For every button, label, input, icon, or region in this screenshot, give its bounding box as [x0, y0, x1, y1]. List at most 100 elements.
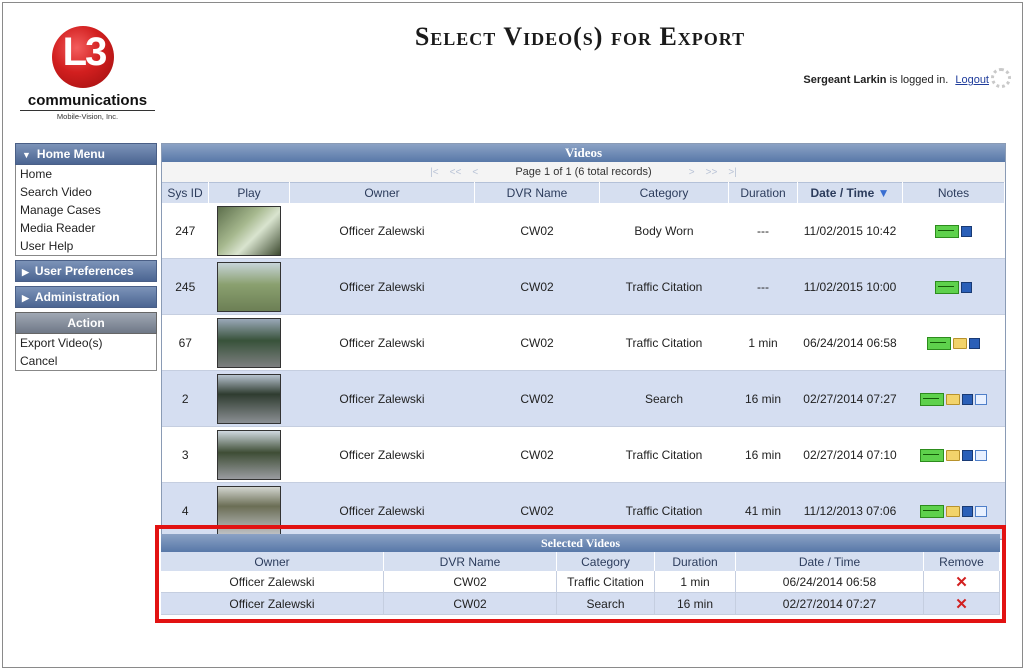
cancel-action[interactable]: Cancel	[15, 352, 157, 371]
col-sys-id[interactable]: Sys ID	[162, 182, 209, 203]
logout-link[interactable]: Logout	[955, 74, 989, 86]
col-owner[interactable]: Owner	[289, 182, 475, 203]
sel-col-category: Category	[556, 552, 655, 571]
notes-cell	[902, 258, 1005, 315]
sidebar-item-search-video[interactable]: Search Video	[15, 183, 157, 201]
duration-cell: 16 min	[728, 426, 798, 483]
last-page-icon[interactable]: >|	[728, 167, 736, 178]
waveform-icon[interactable]	[920, 392, 944, 406]
video-thumbnail[interactable]	[217, 429, 281, 480]
folder-icon[interactable]	[946, 505, 960, 517]
col-category[interactable]: Category	[599, 182, 729, 203]
category-cell: Traffic Citation	[599, 426, 729, 483]
dvr-name-cell: CW02	[474, 314, 600, 371]
dvr-name-cell: CW02	[474, 426, 600, 483]
export-videos-action[interactable]: Export Video(s)	[15, 334, 157, 352]
sidebar-item-media-reader[interactable]: Media Reader	[15, 219, 157, 237]
sel-col-dvr-name: DVR Name	[383, 552, 557, 571]
copy-icon[interactable]	[975, 449, 987, 461]
category-cell: Search	[599, 370, 729, 427]
owner-cell: Officer Zalewski	[289, 203, 475, 259]
copy-icon[interactable]	[975, 393, 987, 405]
owner-cell: Officer Zalewski	[289, 258, 475, 315]
sel-owner-cell: Officer Zalewski	[161, 592, 384, 615]
waveform-icon[interactable]	[927, 336, 951, 350]
next-fast-icon[interactable]: >>	[706, 167, 718, 178]
save-icon[interactable]	[969, 337, 980, 349]
sel-duration-cell: 1 min	[654, 571, 736, 593]
save-icon[interactable]	[962, 505, 973, 517]
sel-category-cell: Traffic Citation	[556, 571, 655, 593]
col-date-time-label: Date / Time	[810, 186, 875, 200]
sel-col-owner: Owner	[161, 552, 384, 571]
video-row[interactable]: 2 Officer Zalewski CW02 Search 16 min 02/27/2…	[162, 370, 1005, 427]
user-preferences-header[interactable]: ▶ User Preferences	[15, 260, 157, 282]
save-icon[interactable]	[961, 281, 972, 293]
pager: |< << < Page 1 of 1 (6 total records) > …	[162, 162, 1005, 182]
col-date-time[interactable]: Date / Time ▼	[797, 182, 903, 203]
sel-date-time-cell: 02/27/2014 07:27	[735, 592, 924, 615]
sidebar-item-home[interactable]: Home	[15, 165, 157, 183]
home-menu-label: Home Menu	[36, 147, 105, 161]
prev-fast-icon[interactable]: <<	[450, 167, 462, 178]
save-icon[interactable]	[962, 393, 973, 405]
video-thumbnail[interactable]	[217, 261, 281, 312]
dvr-name-cell: CW02	[474, 370, 600, 427]
video-row[interactable]: 245 Officer Zalewski CW02 Traffic Citation -…	[162, 258, 1005, 315]
owner-cell: Officer Zalewski	[289, 370, 475, 427]
remove-icon[interactable]: ✕	[955, 574, 968, 591]
dvr-name-cell: CW02	[474, 203, 600, 259]
notes-cell	[902, 314, 1005, 371]
sort-down-icon: ▼	[877, 186, 890, 200]
sel-dvr-name-cell: CW02	[383, 571, 557, 593]
play-cell	[208, 203, 290, 259]
waveform-icon[interactable]	[920, 448, 944, 462]
video-row[interactable]: 3 Officer Zalewski CW02 Traffic Citation 16 …	[162, 426, 1005, 483]
play-cell	[208, 426, 290, 483]
duration-cell: 16 min	[728, 370, 798, 427]
notes-cell	[902, 203, 1005, 259]
video-thumbnail[interactable]	[217, 317, 281, 368]
triangle-down-icon: ▼	[22, 150, 31, 160]
selected-videos-panel: Selected Videos Owner DVR Name Category …	[155, 525, 1006, 623]
prev-page-icon[interactable]: <	[472, 167, 478, 178]
administration-header[interactable]: ▶ Administration	[15, 286, 157, 308]
duration-cell: ---	[728, 258, 798, 315]
folder-icon[interactable]	[953, 337, 967, 349]
col-duration[interactable]: Duration	[728, 182, 798, 203]
home-menu-header[interactable]: ▼ Home Menu	[15, 143, 157, 165]
col-dvr-name[interactable]: DVR Name	[474, 182, 600, 203]
sidebar-item-user-help[interactable]: User Help	[15, 237, 157, 256]
video-row[interactable]: 67 Officer Zalewski CW02 Traffic Citation 1 …	[162, 314, 1005, 371]
copy-icon[interactable]	[975, 505, 987, 517]
remove-icon[interactable]: ✕	[955, 596, 968, 613]
waveform-icon[interactable]	[935, 280, 959, 294]
save-icon[interactable]	[962, 449, 973, 461]
sel-col-remove: Remove	[923, 552, 1000, 571]
selected-videos-title: Selected Videos	[161, 534, 1000, 552]
remove-cell: ✕	[923, 592, 1000, 615]
waveform-icon[interactable]	[935, 224, 959, 238]
logo-subtitle: Mobile-Vision, Inc.	[20, 110, 155, 121]
sidebar-item-manage-cases[interactable]: Manage Cases	[15, 201, 157, 219]
save-icon[interactable]	[961, 225, 972, 237]
sys-id-cell: 67	[162, 314, 209, 371]
folder-icon[interactable]	[946, 393, 960, 405]
sel-category-cell: Search	[556, 592, 655, 615]
video-row[interactable]: 247 Officer Zalewski CW02 Body Worn --- 11/02…	[162, 203, 1005, 259]
sel-owner-cell: Officer Zalewski	[161, 571, 384, 593]
category-cell: Traffic Citation	[599, 314, 729, 371]
video-thumbnail[interactable]	[217, 205, 281, 256]
next-page-icon[interactable]: >	[689, 167, 695, 178]
videos-table: Sys ID Play Owner DVR Name Category Dura…	[162, 182, 1005, 539]
folder-icon[interactable]	[946, 449, 960, 461]
sys-id-cell: 247	[162, 203, 209, 259]
waveform-icon[interactable]	[920, 504, 944, 518]
duration-cell: ---	[728, 203, 798, 259]
remove-cell: ✕	[923, 571, 1000, 593]
sys-id-cell: 3	[162, 426, 209, 483]
administration-label: Administration	[34, 290, 120, 304]
logo-name: communications	[27, 92, 148, 109]
first-page-icon[interactable]: |<	[430, 167, 438, 178]
video-thumbnail[interactable]	[217, 373, 281, 424]
